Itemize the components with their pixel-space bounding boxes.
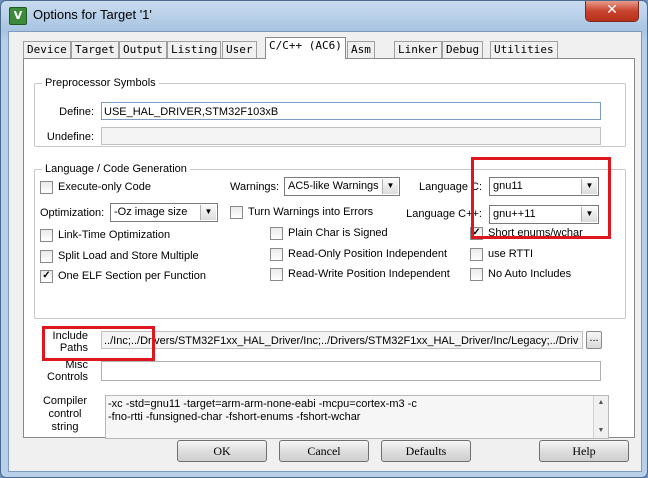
compiler-string-line2: -fno-rtti -funsigned-char -fshort-enums … <box>108 411 361 423</box>
compiler-string-line1: -xc -std=gnu11 -target=arm-arm-none-eabi… <box>108 398 417 410</box>
include-paths-browse-button[interactable]: ... <box>586 331 602 349</box>
close-button[interactable]: ✕ <box>585 1 639 22</box>
execute-only-checkbox[interactable] <box>40 181 53 194</box>
annotation-highlight-language <box>471 157 611 239</box>
use-rtti-label: use RTTI <box>488 248 534 260</box>
undefine-label: Undefine: <box>46 131 94 143</box>
cancel-button[interactable]: Cancel <box>279 440 369 462</box>
title-bar[interactable]: V Options for Target '1' ✕ <box>1 1 647 31</box>
keil-app-icon: V <box>9 7 27 25</box>
misc-controls-label-line2: Controls <box>47 371 88 383</box>
rw-position-label: Read-Write Position Independent <box>288 268 450 280</box>
ro-position-checkbox[interactable] <box>270 248 283 261</box>
plain-char-checkbox[interactable] <box>270 227 283 240</box>
ro-position-label: Read-Only Position Independent <box>288 248 447 260</box>
turn-warnings-label: Turn Warnings into Errors <box>248 206 374 218</box>
tab-linker[interactable]: Linker <box>394 41 442 58</box>
defaults-button[interactable]: Defaults <box>381 440 471 462</box>
optimization-label: Optimization: <box>40 207 105 219</box>
tab-output[interactable]: Output <box>119 41 167 58</box>
misc-controls-label: Misc Controls <box>34 359 88 383</box>
scroll-down-icon[interactable]: ▼ <box>594 424 608 438</box>
check-icon: ✓ <box>42 270 51 281</box>
compiler-string-label-line2: control <box>48 408 82 420</box>
ok-button[interactable]: OK <box>177 440 267 462</box>
misc-controls-input[interactable] <box>101 361 601 381</box>
tab-utilities[interactable]: Utilities <box>490 41 558 58</box>
cpp-tab-panel: Preprocessor Symbols Define: USE_HAL_DRI… <box>23 58 635 439</box>
optimization-select-value: -Oz image size <box>114 206 188 218</box>
execute-only-label: Execute-only Code <box>58 181 151 193</box>
scroll-up-icon[interactable]: ▲ <box>594 396 608 410</box>
link-time-checkbox[interactable] <box>40 229 53 242</box>
tab-listing[interactable]: Listing <box>167 41 222 58</box>
warnings-select-value: AC5-like Warnings <box>288 180 379 192</box>
chevron-down-icon: ▼ <box>382 179 398 194</box>
warnings-select[interactable]: AC5-like Warnings ▼ <box>284 177 400 196</box>
tab-debug[interactable]: Debug <box>442 41 484 58</box>
preprocessor-legend: Preprocessor Symbols <box>42 77 159 89</box>
compiler-string-box[interactable]: -xc -std=gnu11 -target=arm-arm-none-eabi… <box>105 395 609 439</box>
chevron-down-icon: ▼ <box>200 205 216 220</box>
link-time-label: Link-Time Optimization <box>58 229 171 241</box>
warnings-label: Warnings: <box>230 181 280 193</box>
compiler-string-label-line3: string <box>51 421 79 433</box>
language-legend: Language / Code Generation <box>42 163 190 175</box>
tab-target[interactable]: Target <box>71 41 119 58</box>
undefine-input[interactable] <box>101 127 601 145</box>
turn-warnings-checkbox[interactable] <box>230 206 243 219</box>
options-dialog: V Options for Target '1' ✕ Device Target… <box>0 0 648 478</box>
dialog-client: Device Target Output Listing User C/C++ … <box>8 31 642 472</box>
define-label: Define: <box>59 106 94 118</box>
help-button[interactable]: Help <box>539 440 629 462</box>
compiler-string-label: Compiler control string <box>38 395 92 434</box>
compiler-string-label-line1: Compiler <box>42 395 87 407</box>
tab-cpp-ac6[interactable]: C/C++ (AC6) <box>265 37 346 59</box>
window-title: Options for Target '1' <box>33 7 152 22</box>
plain-char-label: Plain Char is Signed <box>288 227 388 239</box>
use-rtti-checkbox[interactable] <box>470 248 483 261</box>
annotation-highlight-misc-controls <box>42 326 155 361</box>
define-input[interactable]: USE_HAL_DRIVER,STM32F103xB <box>101 102 601 120</box>
compiler-string-text: -xc -std=gnu11 -target=arm-arm-none-eabi… <box>108 398 417 424</box>
one-elf-checkbox[interactable]: ✓ <box>40 270 53 283</box>
compiler-string-scrollbar[interactable]: ▲ ▼ <box>593 396 608 438</box>
no-auto-includes-label: No Auto Includes <box>488 268 572 280</box>
include-paths-input[interactable]: ../Inc;../Drivers/STM32F1xx_HAL_Driver/I… <box>101 331 583 349</box>
one-elf-label: One ELF Section per Function <box>58 270 206 282</box>
no-auto-includes-checkbox[interactable] <box>470 268 483 281</box>
tab-user[interactable]: User <box>222 41 257 58</box>
split-load-checkbox[interactable] <box>40 250 53 263</box>
tab-device[interactable]: Device <box>23 41 71 58</box>
tab-asm[interactable]: Asm <box>347 41 375 58</box>
optimization-select[interactable]: -Oz image size ▼ <box>110 203 218 222</box>
split-load-label: Split Load and Store Multiple <box>58 250 199 262</box>
rw-position-checkbox[interactable] <box>270 268 283 281</box>
